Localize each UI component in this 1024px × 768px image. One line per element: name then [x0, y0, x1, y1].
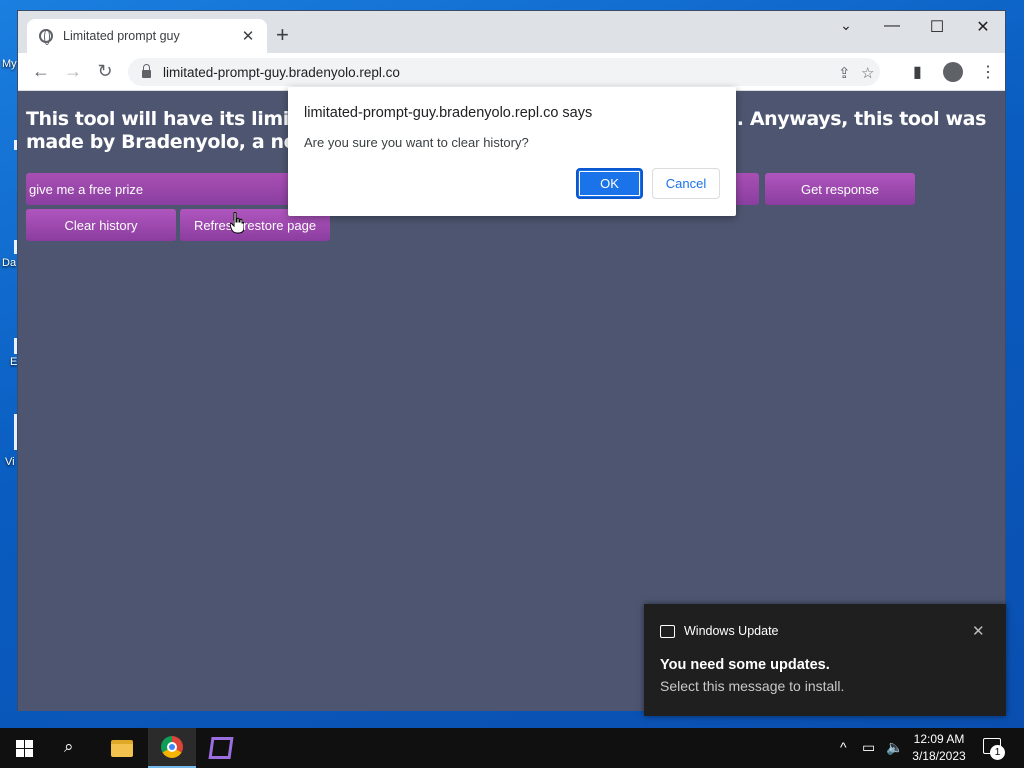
desktop-icon-label[interactable]: My: [2, 58, 17, 70]
new-tab-button[interactable]: +: [276, 24, 289, 46]
dialog-cancel-button[interactable]: Cancel: [652, 168, 720, 199]
hand-cursor-icon: [230, 212, 244, 234]
menu-kebab-icon[interactable]: ⋮: [980, 62, 996, 82]
clock-date: 3/18/2023: [912, 749, 966, 763]
reload-icon[interactable]: ↻: [94, 61, 116, 81]
close-window-button[interactable]: ✕: [968, 17, 998, 37]
heading-line-1-right: king. Anyways, this tool was: [692, 108, 986, 130]
clear-history-button[interactable]: Clear history: [26, 209, 176, 241]
clock[interactable]: 12:09 AM 3/18/2023: [904, 731, 974, 765]
share-icon[interactable]: ⇪: [838, 64, 851, 82]
side-panel-icon[interactable]: ▮: [913, 62, 922, 82]
chrome-icon: [161, 736, 183, 758]
toast-close-icon[interactable]: ✕: [972, 622, 985, 640]
visual-studio-icon: [208, 737, 234, 759]
browser-toolbar: ← → ↻ limitated-prompt-guy.bradenyolo.re…: [18, 53, 1005, 91]
get-response-button[interactable]: Get response: [765, 173, 915, 205]
lock-icon[interactable]: [142, 64, 151, 78]
confirm-dialog: limitated-prompt-guy.bradenyolo.repl.co …: [288, 87, 736, 216]
windows-update-toast[interactable]: Windows Update ✕ You need some updates. …: [644, 604, 1006, 716]
dialog-title: limitated-prompt-guy.bradenyolo.repl.co …: [304, 105, 593, 121]
tab-title: Limitated prompt guy: [63, 29, 180, 43]
back-arrow-icon[interactable]: ←: [30, 61, 52, 81]
taskbar: ⌕ ^ ▭ 🔈 12:09 AM 3/18/2023 1: [0, 728, 1024, 768]
folder-icon: [111, 739, 133, 757]
volume-icon[interactable]: 🔈: [886, 739, 903, 756]
forward-arrow-icon[interactable]: →: [62, 61, 84, 81]
notification-count-badge: 1: [990, 745, 1005, 760]
network-icon[interactable]: ▭: [862, 739, 875, 756]
visual-studio-taskbar-button[interactable]: [197, 728, 245, 768]
tab-search-chevron-icon[interactable]: ⌄: [831, 17, 861, 34]
desktop-icon-label[interactable]: Da: [2, 257, 16, 269]
toast-body: Select this message to install.: [660, 678, 845, 694]
globe-icon: [39, 29, 53, 45]
desktop-icon-label[interactable]: Vi: [5, 456, 15, 468]
bookmark-star-icon[interactable]: ☆: [861, 64, 874, 82]
maximize-button[interactable]: ☐: [922, 17, 952, 37]
dialog-ok-button[interactable]: OK: [576, 168, 643, 199]
address-bar[interactable]: limitated-prompt-guy.bradenyolo.repl.co …: [128, 58, 880, 86]
chevron-up-icon[interactable]: ^: [840, 739, 847, 755]
windows-start-icon[interactable]: [16, 740, 33, 757]
clock-time: 12:09 AM: [913, 732, 965, 746]
browser-tab[interactable]: Limitated prompt guy ✕: [27, 19, 267, 53]
update-icon: [660, 625, 675, 638]
dialog-message: Are you sure you want to clear history?: [304, 135, 529, 150]
minimize-button[interactable]: —: [877, 17, 907, 35]
tab-strip: Limitated prompt guy ✕ + ⌄ — ☐ ✕: [18, 11, 1005, 53]
chrome-taskbar-button[interactable]: [148, 728, 196, 768]
search-icon[interactable]: ⌕: [64, 737, 74, 757]
toast-title: You need some updates.: [660, 657, 830, 673]
tab-close-icon[interactable]: ✕: [239, 27, 257, 45]
toast-app-name: Windows Update: [684, 624, 779, 638]
file-explorer-taskbar-button[interactable]: [98, 728, 146, 768]
profile-avatar[interactable]: [943, 62, 963, 82]
url-text[interactable]: limitated-prompt-guy.bradenyolo.repl.co: [163, 65, 400, 80]
